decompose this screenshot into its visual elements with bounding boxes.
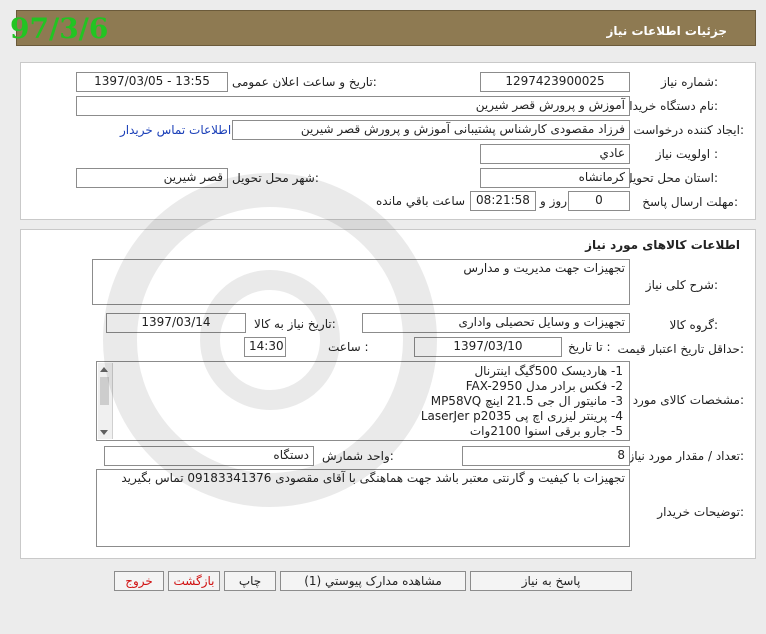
need-date-label: تاریخ نیاز به کالا: bbox=[254, 317, 336, 331]
qty-label: تعداد / مقدار مورد نیاز: bbox=[628, 449, 744, 463]
announce-date-field: 1397/03/05 - 13:55 bbox=[76, 72, 228, 92]
contact-buyer-link[interactable]: اطلاعات تماس خریدار bbox=[120, 123, 231, 137]
specs-label: مشخصات کالای مورد نیاز: bbox=[612, 393, 744, 407]
spec-item: 2- فکس برادر مدل FAX-2950 bbox=[465, 379, 623, 393]
notes-field: تجهیزات با کیفیت و گارنتی معتبر باشد جهت… bbox=[96, 469, 630, 547]
specs-list[interactable]: 1- هاردیسک 500گیگ اینترنال 2- فکس برادر … bbox=[96, 361, 630, 441]
city-field: قصر شیرین bbox=[76, 168, 228, 188]
remaining-time-field: 08:21:58 bbox=[470, 191, 536, 211]
days-label: روز و bbox=[540, 194, 567, 208]
page-title: جزئیات اطلاعات نیاز bbox=[606, 24, 727, 38]
city-label: شهر محل تحویل: bbox=[232, 171, 319, 185]
scroll-up-icon[interactable] bbox=[100, 367, 108, 372]
need-date-field: 1397/03/14 bbox=[106, 313, 246, 333]
buyer-org-label: نام دستگاه خریدار: bbox=[623, 99, 719, 113]
notes-text: تجهیزات با کیفیت و گارنتی معتبر باشد جهت… bbox=[121, 471, 625, 485]
deadline-label: مهلت ارسال پاسخ: bbox=[642, 195, 738, 209]
summary-label: شرح کلی نیاز: bbox=[645, 278, 718, 292]
group-field: تجهیزات و وسایل تحصیلی واداری bbox=[362, 313, 630, 333]
scroll-down-icon[interactable] bbox=[100, 430, 108, 435]
unit-label: واحد شمارش: bbox=[322, 449, 394, 463]
respond-button[interactable]: پاسخ به نیاز bbox=[470, 571, 632, 591]
spec-item: 1- هاردیسک 500گیگ اینترنال bbox=[474, 364, 623, 378]
days-field: 0 bbox=[568, 191, 630, 211]
spec-item: 4- پرینتر لیزری اچ پی LaserJer p2035 bbox=[420, 409, 623, 423]
notes-label: توضیحات خریدار: bbox=[657, 505, 744, 519]
announce-date-label: تاریخ و ساعت اعلان عمومی: bbox=[232, 75, 377, 89]
spec-item: 3- مانیتور ال جی 21.5 اینچ MP58VQ bbox=[430, 394, 623, 408]
validity-label: حداقل تاریخ اعتبار قیمت: bbox=[617, 342, 744, 356]
specs-scrollbar[interactable] bbox=[98, 363, 113, 439]
exit-button[interactable]: خروج bbox=[114, 571, 164, 591]
goods-section-title: اطلاعات کالاهای مورد نیاز bbox=[585, 238, 740, 252]
summary-field: تجهیزات جهت مدیریت و مدارس bbox=[92, 259, 630, 305]
creator-label: ایجاد کننده درخواست: bbox=[633, 123, 744, 137]
to-date-label: تا تاریخ : bbox=[568, 340, 611, 354]
province-label: استان محل تحویل: bbox=[623, 171, 718, 185]
page-header: جزئیات اطلاعات نیاز bbox=[16, 10, 756, 46]
spec-item: 5- جارو برقی اسنوا 2100وات bbox=[469, 424, 623, 438]
summary-text: تجهیزات جهت مدیریت و مدارس bbox=[463, 261, 625, 275]
qty-field: 8 bbox=[462, 446, 630, 466]
buyer-org-field: آموزش و پرورش قصر شیرین bbox=[76, 96, 630, 116]
time-field: 14:30 bbox=[244, 337, 286, 357]
priority-field: عادي bbox=[480, 144, 630, 164]
time-label: ساعت : bbox=[328, 340, 369, 354]
print-button[interactable]: چاپ bbox=[224, 571, 276, 591]
unit-field: دستگاه bbox=[104, 446, 314, 466]
province-field: کرمانشاه bbox=[480, 168, 630, 188]
scroll-thumb[interactable] bbox=[100, 377, 109, 405]
need-number-field: 1297423900025 bbox=[480, 72, 630, 92]
date-stamp: 97/3/6 bbox=[10, 12, 109, 45]
group-label: گروه کالا: bbox=[669, 318, 719, 332]
creator-field: فرزاد مقصودی کارشناس پشتیبانی آموزش و پر… bbox=[232, 120, 630, 140]
need-number-label: شماره نیاز: bbox=[660, 75, 718, 89]
to-date-field: 1397/03/10 bbox=[414, 337, 562, 357]
back-button[interactable]: بازگشت bbox=[168, 571, 220, 591]
view-attachments-button[interactable]: مشاهده مدارک پیوستي (1) bbox=[280, 571, 466, 591]
priority-label: اولویت نیاز : bbox=[655, 147, 718, 161]
remaining-label: ساعت باقي مانده bbox=[376, 194, 466, 208]
